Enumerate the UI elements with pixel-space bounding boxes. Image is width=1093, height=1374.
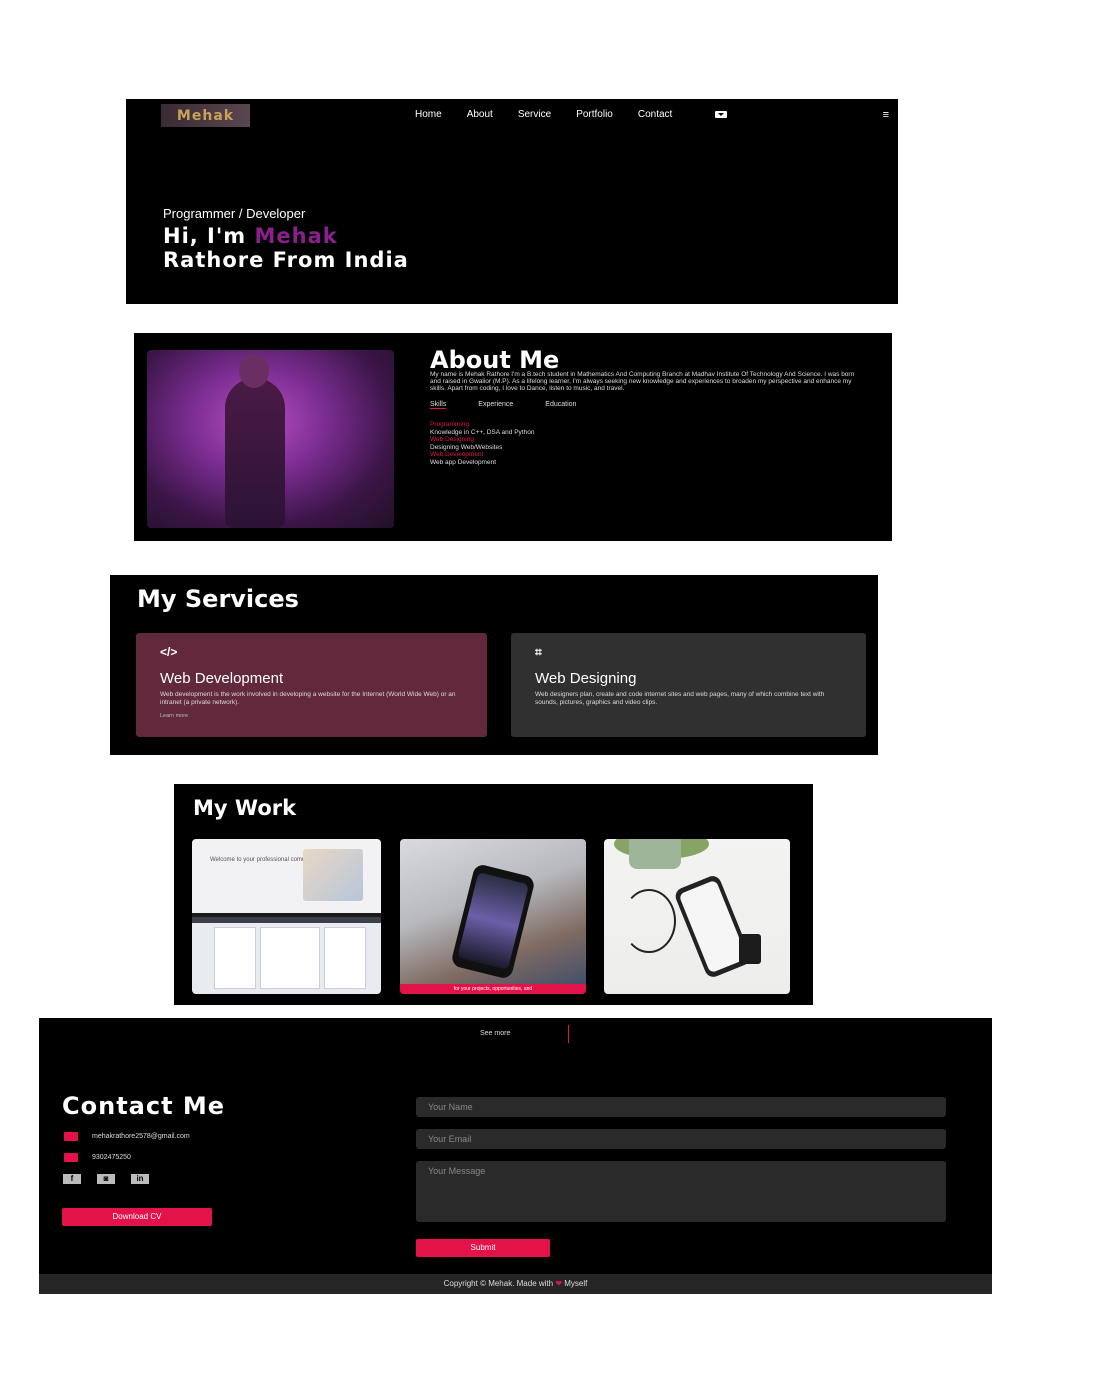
nav-contact[interactable]: Contact bbox=[638, 109, 672, 120]
name-input[interactable]: Your Name bbox=[416, 1097, 946, 1117]
work-section: My Work Welcome to your professional com… bbox=[174, 784, 813, 1005]
services-title: My Services bbox=[137, 585, 299, 613]
hero-title: Hi, I'm Mehak Rathore From India bbox=[163, 224, 409, 272]
tab-experience[interactable]: Experience bbox=[478, 401, 513, 408]
logo-text: Mehak bbox=[176, 107, 235, 124]
phone-icon bbox=[64, 1153, 78, 1162]
thumbnail-caption: for your projects, opportunities, and bbox=[400, 984, 586, 994]
download-cv-button[interactable]: Download CV bbox=[62, 1208, 212, 1226]
nav-portfolio[interactable]: Portfolio bbox=[576, 109, 613, 120]
nav-about[interactable]: About bbox=[467, 109, 493, 120]
service-desc: Web development is the work involved in … bbox=[160, 691, 456, 706]
service-card-web-development: </> Web Development Web development is t… bbox=[136, 633, 487, 737]
contact-phone: 9302475250 bbox=[64, 1153, 131, 1162]
about-paragraph: My name is Mehak Rathore I'm a B.tech st… bbox=[430, 371, 855, 392]
phone-text: 9302475250 bbox=[92, 1154, 131, 1161]
submit-button[interactable]: Submit bbox=[416, 1239, 550, 1257]
hero-line2: Rathore From India bbox=[163, 248, 409, 272]
instagram-icon[interactable]: ◙ bbox=[97, 1174, 115, 1184]
work-thumbnail-3[interactable] bbox=[604, 839, 790, 994]
skill-title: Web Designing bbox=[430, 436, 474, 443]
hero-name: Mehak bbox=[254, 224, 338, 248]
footer: Copyright © Mehak. Made with ❤ Myself bbox=[39, 1274, 992, 1294]
skill-desc: Knowledge in C++, DSA and Python bbox=[430, 428, 535, 436]
work-thumbnail-2[interactable]: for your projects, opportunities, and bbox=[400, 839, 586, 994]
skill-title: Programming bbox=[430, 421, 470, 428]
work-thumbnail-1[interactable]: Welcome to your professional community bbox=[192, 839, 381, 994]
service-card-web-designing: ⌗ Web Designing Web designers plan, crea… bbox=[511, 633, 866, 737]
about-tabs: Skills Experience Education bbox=[430, 401, 606, 409]
email-text: mehakrathore2578@gmail.com bbox=[92, 1133, 190, 1140]
paper-plane-icon bbox=[64, 1132, 78, 1141]
about-title: About Me bbox=[430, 346, 560, 374]
profile-photo bbox=[147, 350, 394, 528]
tab-skills[interactable]: Skills bbox=[430, 401, 447, 409]
footer-text: Copyright © Mehak. Made with bbox=[443, 1279, 556, 1288]
linkedin-icon[interactable]: in bbox=[131, 1174, 149, 1184]
see-more-button[interactable]: See more bbox=[480, 1030, 510, 1037]
footer-text-suffix: Myself bbox=[562, 1279, 588, 1288]
skill-desc: Designing Web/Websites bbox=[430, 443, 503, 451]
skills-list: Programming Knowledge in C++, DSA and Py… bbox=[430, 421, 534, 466]
logo[interactable]: Mehak bbox=[161, 104, 250, 127]
code-icon: </> bbox=[160, 645, 178, 659]
tab-education[interactable]: Education bbox=[545, 401, 576, 408]
contact-title: Contact Me bbox=[62, 1092, 226, 1120]
dropdown-icon[interactable] bbox=[715, 111, 727, 118]
main-nav: Home About Service Portfolio Contact bbox=[415, 109, 697, 120]
crop-icon: ⌗ bbox=[535, 645, 542, 659]
service-title: Web Development bbox=[160, 670, 284, 687]
hero-subtitle: Programmer / Developer bbox=[163, 206, 306, 221]
hero-section: Mehak Home About Service Portfolio Conta… bbox=[126, 99, 898, 304]
divider bbox=[568, 1025, 569, 1043]
skill-desc: Web app Development bbox=[430, 458, 497, 466]
contact-email: mehakrathore2578@gmail.com bbox=[64, 1132, 190, 1141]
menu-icon[interactable]: ≡ bbox=[883, 109, 889, 121]
nav-service[interactable]: Service bbox=[518, 109, 551, 120]
services-section: My Services </> Web Development Web deve… bbox=[110, 575, 878, 755]
contact-section: See more Contact Me mehakrathore2578@gma… bbox=[39, 1018, 992, 1294]
service-desc: Web designers plan, create and code inte… bbox=[535, 691, 825, 706]
about-section: About Me My name is Mehak Rathore I'm a … bbox=[134, 333, 892, 541]
learn-more-link[interactable]: Learn more bbox=[160, 713, 188, 719]
social-links: f ◙ in bbox=[63, 1174, 149, 1184]
nav-home[interactable]: Home bbox=[415, 109, 442, 120]
skill-title: Web Development bbox=[430, 451, 484, 458]
service-title: Web Designing bbox=[535, 670, 637, 687]
email-input[interactable]: Your Email bbox=[416, 1129, 946, 1149]
work-title: My Work bbox=[193, 796, 297, 820]
facebook-icon[interactable]: f bbox=[63, 1174, 81, 1184]
hero-greeting: Hi, I'm bbox=[163, 224, 255, 248]
message-textarea[interactable]: Your Message bbox=[416, 1161, 946, 1222]
